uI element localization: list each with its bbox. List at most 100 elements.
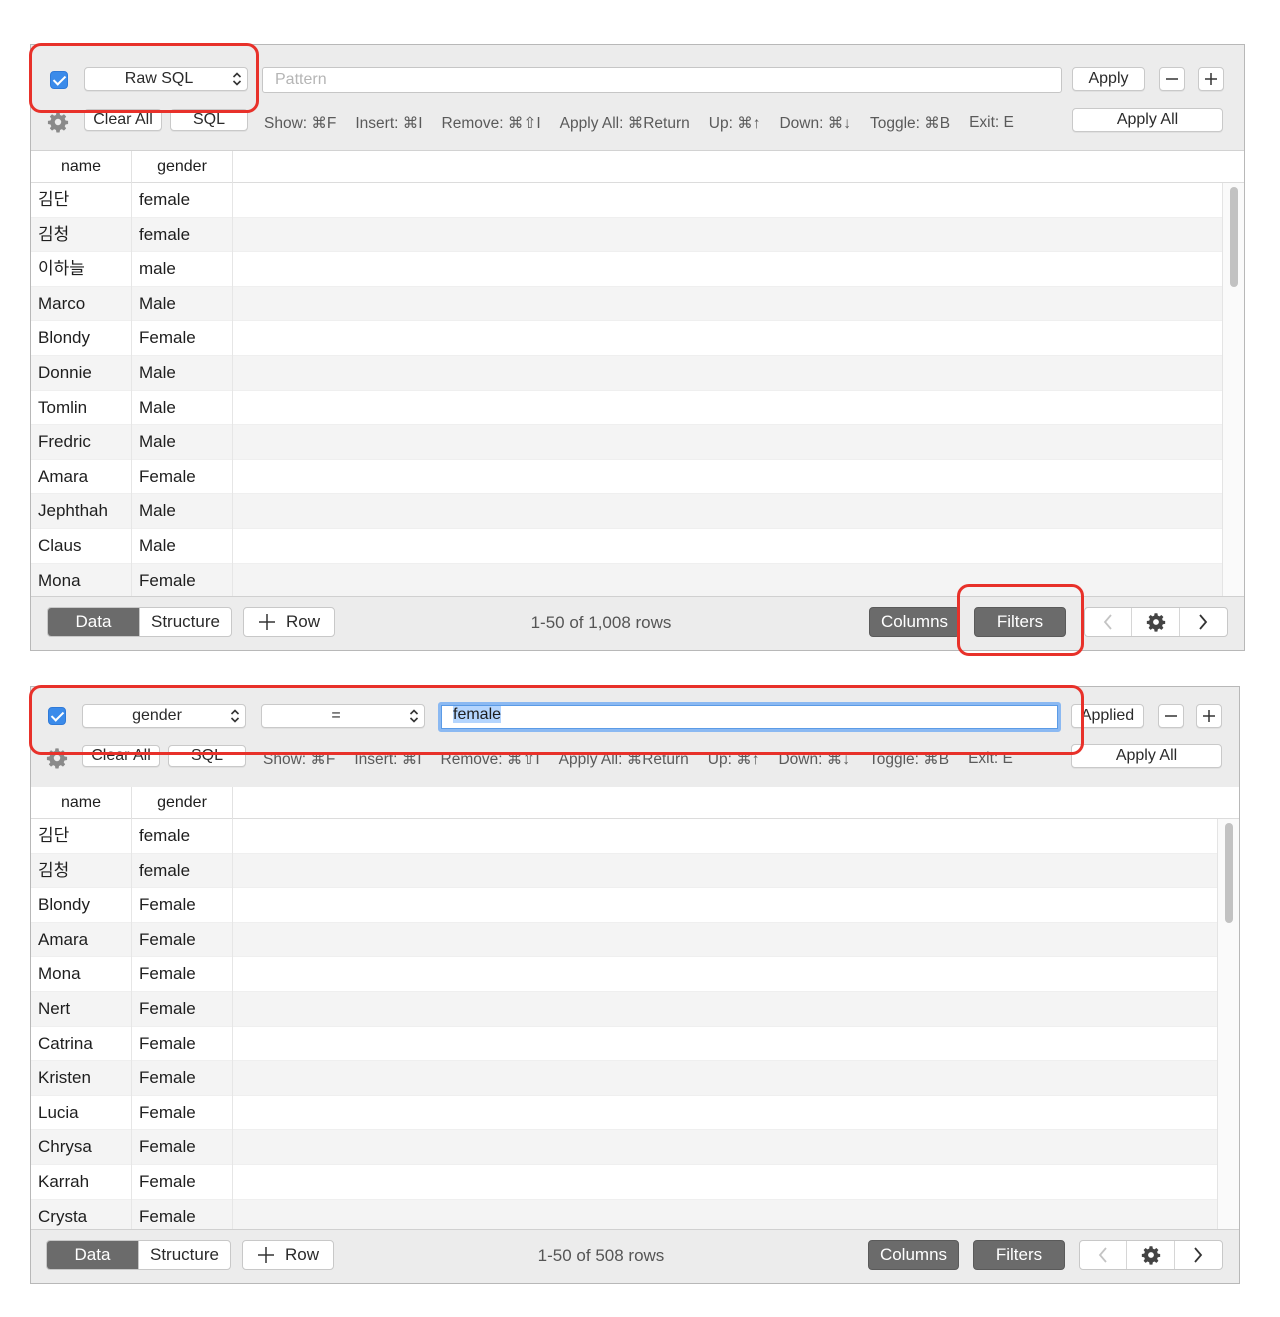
table-row[interactable]: Tomlin Male <box>31 390 1222 426</box>
column-header-name[interactable]: name <box>31 787 132 819</box>
cell-gender[interactable]: Female <box>132 957 233 992</box>
cell-name[interactable]: Blondy <box>31 321 132 356</box>
cell-gender[interactable]: Male <box>132 425 233 460</box>
table-row[interactable]: Lucia Female <box>31 1095 1217 1131</box>
table-row[interactable]: Claus Male <box>31 528 1222 564</box>
cell-name[interactable]: Amara <box>31 922 132 958</box>
add-filter-button[interactable] <box>1196 704 1222 728</box>
add-row-button[interactable]: Row <box>243 607 335 637</box>
cell-name[interactable]: Lucia <box>31 1095 132 1131</box>
cell-name[interactable]: Kristen <box>31 1061 132 1096</box>
table-row[interactable]: Catrina Female <box>31 1026 1217 1062</box>
cell-gender[interactable]: Male <box>132 390 233 426</box>
filters-button[interactable]: Filters <box>973 1240 1065 1270</box>
pagination-settings-button[interactable] <box>1132 608 1180 636</box>
cell-name[interactable]: Mona <box>31 563 132 599</box>
table-row[interactable]: Amara Female <box>31 459 1222 495</box>
cell-gender[interactable]: Female <box>132 1164 233 1200</box>
cell-name[interactable]: Claus <box>31 528 132 564</box>
apply-all-button[interactable]: Apply All <box>1072 108 1223 132</box>
filter-column-select[interactable]: Raw SQL <box>84 67 248 91</box>
remove-filter-button[interactable] <box>1159 67 1185 91</box>
cell-name[interactable]: Mona <box>31 957 132 992</box>
cell-name[interactable]: Karrah <box>31 1164 132 1200</box>
table-row[interactable]: Blondy Female <box>31 888 1217 923</box>
table-row[interactable]: 김단 female <box>31 819 1217 854</box>
cell-gender[interactable]: Male <box>132 286 233 322</box>
cell-gender[interactable]: Female <box>132 1026 233 1062</box>
cell-gender[interactable]: Female <box>132 991 233 1027</box>
filter-enabled-checkbox[interactable] <box>48 707 66 725</box>
next-page-button[interactable] <box>1175 1241 1222 1269</box>
columns-button[interactable]: Columns <box>869 607 960 637</box>
table-row[interactable]: Amara Female <box>31 922 1217 958</box>
previous-page-button[interactable] <box>1085 608 1133 636</box>
table-row[interactable]: Fredric Male <box>31 425 1222 460</box>
cell-name[interactable]: Nert <box>31 991 132 1027</box>
cell-name[interactable]: Amara <box>31 459 132 495</box>
filter-column-select[interactable]: gender <box>82 704 246 728</box>
cell-gender[interactable]: female <box>132 819 233 854</box>
table-row[interactable]: Mona Female <box>31 957 1217 992</box>
table-row[interactable]: Kristen Female <box>31 1061 1217 1096</box>
table-row[interactable]: Blondy Female <box>31 321 1222 356</box>
cell-gender[interactable]: female <box>132 183 233 218</box>
cell-name[interactable]: Jephthah <box>31 494 132 529</box>
cell-gender[interactable]: Female <box>132 922 233 958</box>
column-header-gender[interactable]: gender <box>132 151 233 183</box>
cell-gender[interactable]: Male <box>132 528 233 564</box>
cell-gender[interactable]: Female <box>132 321 233 356</box>
next-page-button[interactable] <box>1180 608 1227 636</box>
table-row[interactable]: 김단 female <box>31 183 1222 218</box>
table-row[interactable]: Mona Female <box>31 563 1222 599</box>
clear-all-button[interactable]: Clear All <box>82 745 160 767</box>
filters-button[interactable]: Filters <box>974 607 1066 637</box>
cell-name[interactable]: 이하늘 <box>31 252 132 287</box>
cell-name[interactable]: 김청 <box>31 853 132 889</box>
tab-structure[interactable]: Structure <box>139 608 231 636</box>
vertical-scrollbar[interactable] <box>1217 819 1239 1231</box>
cell-name[interactable]: 김청 <box>31 217 132 253</box>
cell-name[interactable]: Blondy <box>31 888 132 923</box>
gear-icon[interactable] <box>46 747 68 769</box>
vertical-scrollbar[interactable] <box>1222 183 1244 598</box>
cell-gender[interactable]: female <box>132 217 233 253</box>
filter-operator-select[interactable]: = <box>261 704 425 728</box>
cell-gender[interactable]: Female <box>132 1130 233 1165</box>
cell-gender[interactable]: Female <box>132 1095 233 1131</box>
cell-name[interactable]: Tomlin <box>31 390 132 426</box>
table-row[interactable]: Marco Male <box>31 286 1222 322</box>
cell-gender[interactable]: Male <box>132 494 233 529</box>
gear-icon[interactable] <box>47 111 69 133</box>
pattern-input[interactable]: Pattern <box>262 67 1062 93</box>
table-row[interactable]: Chrysa Female <box>31 1130 1217 1165</box>
cell-gender[interactable]: Male <box>132 355 233 391</box>
clear-all-button[interactable]: Clear All <box>84 109 162 131</box>
sql-button[interactable]: SQL <box>168 745 246 767</box>
cell-gender[interactable]: female <box>132 853 233 889</box>
previous-page-button[interactable] <box>1080 1241 1128 1269</box>
pagination-settings-button[interactable] <box>1127 1241 1175 1269</box>
filter-enabled-checkbox[interactable] <box>50 71 68 89</box>
table-row[interactable]: 김청 female <box>31 853 1217 889</box>
scrollbar-thumb[interactable] <box>1230 187 1238 287</box>
tab-data[interactable]: Data <box>48 608 139 636</box>
scrollbar-thumb[interactable] <box>1225 823 1233 923</box>
add-filter-button[interactable] <box>1198 67 1224 91</box>
tab-structure[interactable]: Structure <box>138 1241 230 1269</box>
cell-gender[interactable]: male <box>132 252 233 287</box>
cell-gender[interactable]: Female <box>132 1061 233 1096</box>
cell-name[interactable]: 김단 <box>31 819 132 854</box>
table-row[interactable]: 이하늘 male <box>31 252 1222 287</box>
cell-gender[interactable]: Female <box>132 888 233 923</box>
table-row[interactable]: Jephthah Male <box>31 494 1222 529</box>
table-row[interactable]: Nert Female <box>31 991 1217 1027</box>
cell-name[interactable]: Catrina <box>31 1026 132 1062</box>
tab-data[interactable]: Data <box>47 1241 138 1269</box>
table-row[interactable]: Donnie Male <box>31 355 1222 391</box>
column-header-gender[interactable]: gender <box>132 787 233 819</box>
cell-name[interactable]: Chrysa <box>31 1130 132 1165</box>
cell-name[interactable]: Fredric <box>31 425 132 460</box>
cell-name[interactable]: 김단 <box>31 183 132 218</box>
cell-gender[interactable]: Female <box>132 563 233 599</box>
